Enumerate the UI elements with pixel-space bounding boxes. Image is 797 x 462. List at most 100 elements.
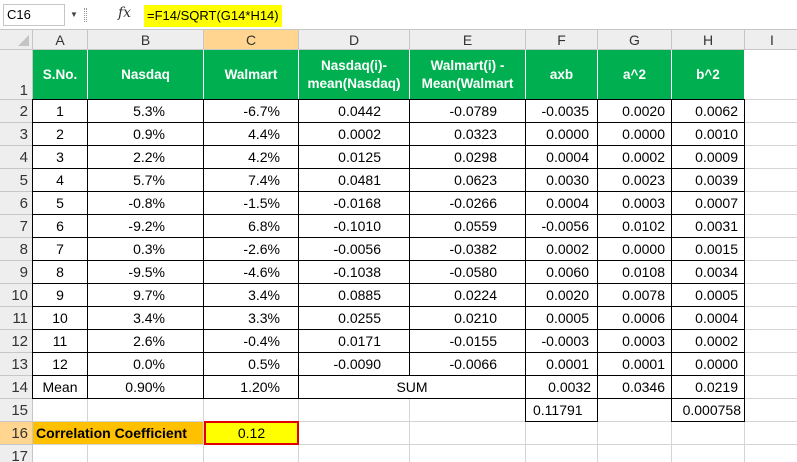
data-cell-f11[interactable]: 0.0005 xyxy=(525,306,598,330)
data-cell-c10[interactable]: 3.4% xyxy=(203,283,299,307)
empty-cell[interactable] xyxy=(672,445,745,462)
column-header-f[interactable]: F xyxy=(526,30,598,50)
row-header-1[interactable]: 1 xyxy=(0,50,33,100)
data-cell-f4[interactable]: 0.0004 xyxy=(525,145,598,169)
empty-cell[interactable] xyxy=(598,422,672,445)
data-cell-e4[interactable]: 0.0298 xyxy=(409,145,526,169)
data-cell-c4[interactable]: 4.2% xyxy=(203,145,299,169)
row-header-14[interactable]: 14 xyxy=(0,376,33,399)
data-cell-e13[interactable]: -0.0066 xyxy=(409,352,526,376)
name-box[interactable]: C16 xyxy=(3,4,65,26)
data-cell-h7[interactable]: 0.0031 xyxy=(671,214,745,238)
data-cell-h12[interactable]: 0.0002 xyxy=(671,329,745,353)
data-cell-d7[interactable]: -0.1010 xyxy=(298,214,410,238)
row-header-4[interactable]: 4 xyxy=(0,146,33,169)
data-cell-h11[interactable]: 0.0004 xyxy=(671,306,745,330)
data-cell-h4[interactable]: 0.0009 xyxy=(671,145,745,169)
data-cell-b3[interactable]: 0.9% xyxy=(87,122,204,146)
data-cell-g7[interactable]: 0.0102 xyxy=(597,214,672,238)
data-cell-c5[interactable]: 7.4% xyxy=(203,168,299,192)
data-cell-g3[interactable]: 0.0000 xyxy=(597,122,672,146)
data-cell-f12[interactable]: -0.0003 xyxy=(525,329,598,353)
empty-cell[interactable] xyxy=(204,399,299,422)
empty-cell[interactable] xyxy=(745,445,797,462)
mean-cell-b[interactable]: 0.90% xyxy=(87,375,204,399)
data-cell-d6[interactable]: -0.0168 xyxy=(298,191,410,215)
data-cell-b9[interactable]: -9.5% xyxy=(87,260,204,284)
data-cell-f13[interactable]: 0.0001 xyxy=(525,352,598,376)
row-header-17[interactable]: 17 xyxy=(0,445,33,462)
column-header-g[interactable]: G xyxy=(598,30,672,50)
data-cell-a4[interactable]: 3 xyxy=(32,145,88,169)
data-cell-b11[interactable]: 3.4% xyxy=(87,306,204,330)
empty-cell[interactable] xyxy=(745,307,797,330)
empty-cell[interactable] xyxy=(672,422,745,445)
header-cell-a[interactable]: S.No. xyxy=(33,50,88,100)
data-cell-c13[interactable]: 0.5% xyxy=(203,352,299,376)
select-all-corner[interactable] xyxy=(0,30,33,50)
header-cell-e[interactable]: Walmart(i) - Mean(Walmart xyxy=(410,50,526,100)
data-cell-f7[interactable]: -0.0056 xyxy=(525,214,598,238)
header-cell-c[interactable]: Walmart xyxy=(204,50,299,100)
empty-cell[interactable] xyxy=(299,422,410,445)
empty-cell[interactable] xyxy=(745,330,797,353)
column-header-i[interactable]: I xyxy=(745,30,797,50)
header-cell-h[interactable]: b^2 xyxy=(672,50,745,100)
empty-cell[interactable] xyxy=(526,422,598,445)
data-cell-b4[interactable]: 2.2% xyxy=(87,145,204,169)
data-cell-a9[interactable]: 8 xyxy=(32,260,88,284)
data-cell-g11[interactable]: 0.0006 xyxy=(597,306,672,330)
row-header-16[interactable]: 16 xyxy=(0,422,33,445)
header-cell-b[interactable]: Nasdaq xyxy=(88,50,204,100)
empty-cell[interactable] xyxy=(745,100,797,123)
empty-cell[interactable] xyxy=(745,123,797,146)
data-cell-d13[interactable]: -0.0090 xyxy=(298,352,410,376)
data-cell-c7[interactable]: 6.8% xyxy=(203,214,299,238)
data-cell-b2[interactable]: 5.3% xyxy=(87,99,204,123)
row-header-6[interactable]: 6 xyxy=(0,192,33,215)
data-cell-e5[interactable]: 0.0623 xyxy=(409,168,526,192)
data-cell-b13[interactable]: 0.0% xyxy=(87,352,204,376)
data-cell-d2[interactable]: 0.0442 xyxy=(298,99,410,123)
data-cell-a13[interactable]: 12 xyxy=(32,352,88,376)
data-cell-g5[interactable]: 0.0023 xyxy=(597,168,672,192)
data-cell-e7[interactable]: 0.0559 xyxy=(409,214,526,238)
data-cell-a10[interactable]: 9 xyxy=(32,283,88,307)
data-cell-f10[interactable]: 0.0020 xyxy=(525,283,598,307)
data-cell-g12[interactable]: 0.0003 xyxy=(597,329,672,353)
data-cell-a7[interactable]: 6 xyxy=(32,214,88,238)
data-cell-d9[interactable]: -0.1038 xyxy=(298,260,410,284)
data-cell-e11[interactable]: 0.0210 xyxy=(409,306,526,330)
data-cell-b12[interactable]: 2.6% xyxy=(87,329,204,353)
data-cell-e2[interactable]: -0.0789 xyxy=(409,99,526,123)
empty-cell[interactable] xyxy=(745,261,797,284)
empty-cell[interactable] xyxy=(33,445,88,462)
row-header-15[interactable]: 15 xyxy=(0,399,33,422)
data-cell-h2[interactable]: 0.0062 xyxy=(671,99,745,123)
data-cell-b10[interactable]: 9.7% xyxy=(87,283,204,307)
data-cell-c12[interactable]: -0.4% xyxy=(203,329,299,353)
data-cell-b5[interactable]: 5.7% xyxy=(87,168,204,192)
empty-cell[interactable] xyxy=(745,192,797,215)
empty-cell[interactable] xyxy=(299,445,410,462)
data-cell-a2[interactable]: 1 xyxy=(32,99,88,123)
data-cell-d12[interactable]: 0.0171 xyxy=(298,329,410,353)
data-cell-b7[interactable]: -9.2% xyxy=(87,214,204,238)
data-cell-g9[interactable]: 0.0108 xyxy=(597,260,672,284)
data-cell-c3[interactable]: 4.4% xyxy=(203,122,299,146)
data-cell-g4[interactable]: 0.0002 xyxy=(597,145,672,169)
row-header-12[interactable]: 12 xyxy=(0,330,33,353)
row-header-9[interactable]: 9 xyxy=(0,261,33,284)
empty-cell[interactable] xyxy=(745,353,797,376)
data-cell-h6[interactable]: 0.0007 xyxy=(671,191,745,215)
sum-label-cell[interactable]: SUM xyxy=(298,375,526,399)
empty-cell[interactable] xyxy=(745,50,797,100)
column-header-e[interactable]: E xyxy=(410,30,526,50)
empty-cell[interactable] xyxy=(745,215,797,238)
data-cell-g10[interactable]: 0.0078 xyxy=(597,283,672,307)
header-cell-f[interactable]: axb xyxy=(526,50,598,100)
column-header-h[interactable]: H xyxy=(672,30,745,50)
data-cell-h10[interactable]: 0.0005 xyxy=(671,283,745,307)
empty-cell[interactable] xyxy=(526,445,598,462)
empty-cell[interactable] xyxy=(745,422,797,445)
